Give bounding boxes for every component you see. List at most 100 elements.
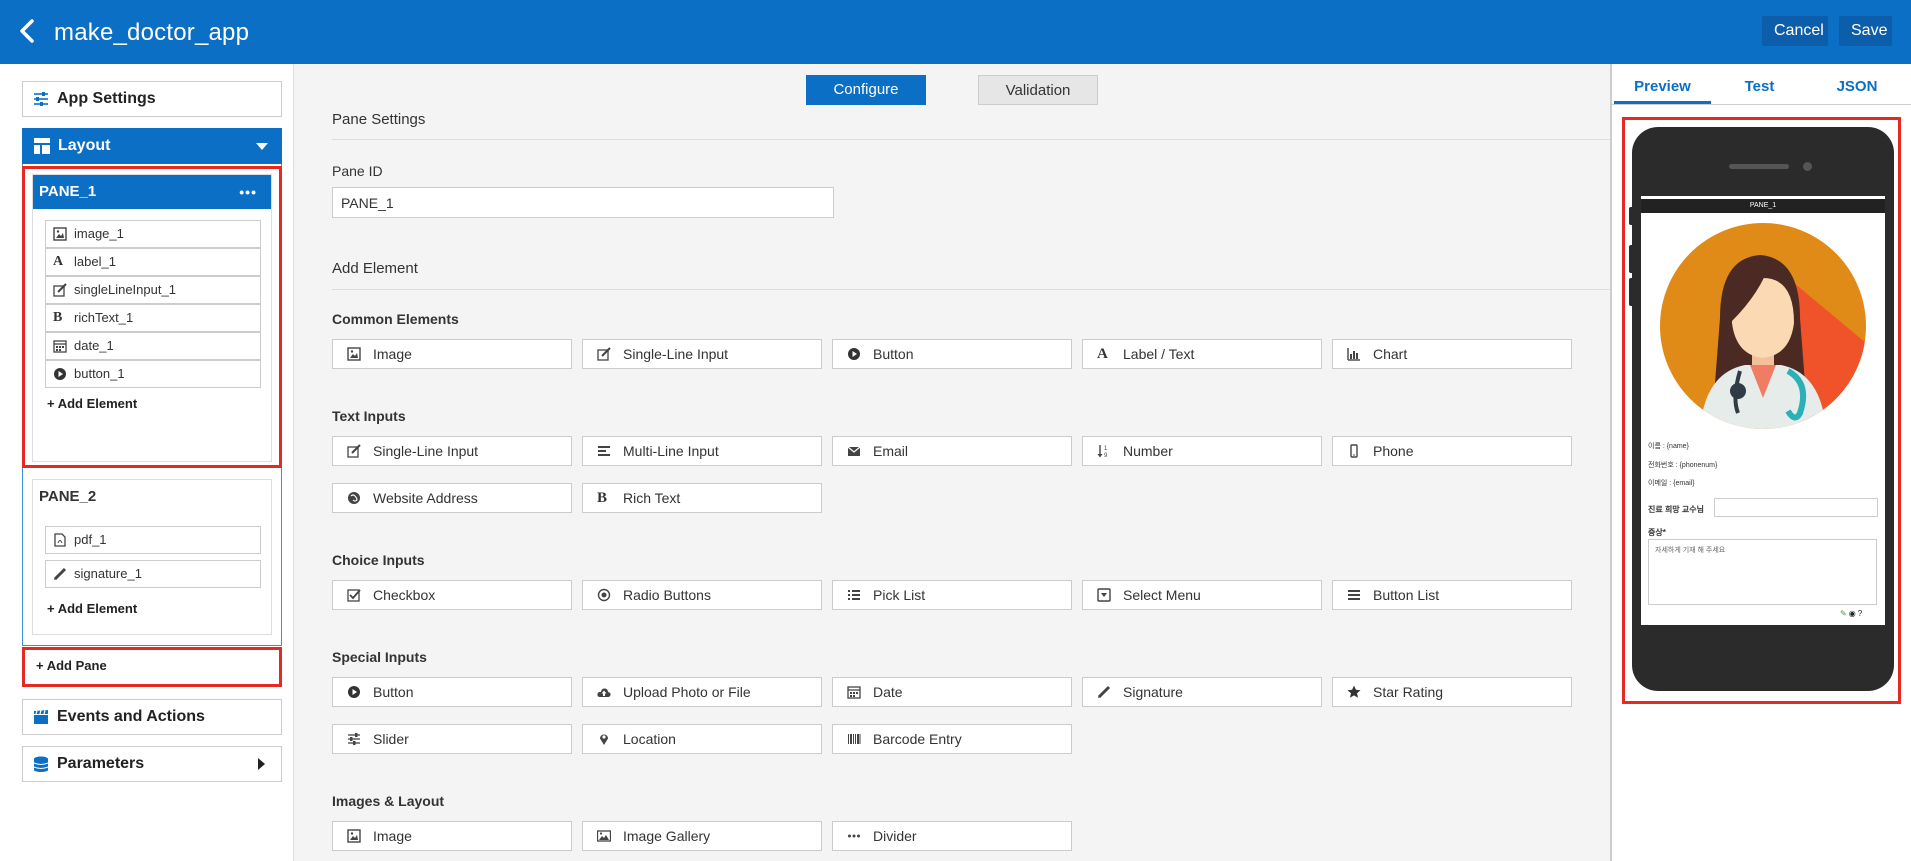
element-tile-rich-text[interactable]: B Rich Text (582, 483, 822, 513)
pencil-icon (1097, 685, 1111, 699)
add-pane-button[interactable]: + Add Pane (22, 647, 282, 687)
app-settings-label: App Settings (57, 90, 156, 107)
globe-icon (348, 492, 360, 504)
save-button[interactable]: Save (1839, 16, 1892, 46)
group-title: Special Inputs (332, 649, 427, 665)
element-tile-multi-line-input[interactable]: Multi-Line Input (582, 436, 822, 466)
add-element-button[interactable]: + Add Element (47, 601, 137, 616)
element-tile-chart[interactable]: Chart (1332, 339, 1572, 369)
parameters-button[interactable]: Parameters (22, 746, 282, 782)
tab-preview[interactable]: Preview (1614, 74, 1711, 104)
element-tile-date[interactable]: Date (832, 677, 1072, 707)
phone-name-line: 이름 : {name} (1648, 443, 1689, 450)
cancel-button[interactable]: Cancel (1762, 16, 1828, 46)
image-icon (347, 347, 361, 361)
more-options-icon[interactable]: ••• (239, 175, 257, 209)
element-tile-slider[interactable]: Slider (332, 724, 572, 754)
symptom-label: 증상* (1648, 528, 1666, 537)
element-tile-website-address[interactable]: Website Address (332, 483, 572, 513)
phone-phone-line: 전화번호 : {phonenum} (1648, 462, 1718, 469)
events-and-actions-button[interactable]: Events and Actions (22, 699, 282, 735)
add-element-button[interactable]: + Add Element (47, 396, 137, 411)
calendar-icon (847, 686, 861, 699)
list-icon (848, 590, 860, 600)
element-label: button_1 (74, 366, 125, 381)
bars-icon (1348, 590, 1360, 600)
element-tile-image[interactable]: Image (332, 339, 572, 369)
layout-icon (34, 138, 50, 154)
element-tile-radio-buttons[interactable]: Radio Buttons (582, 580, 822, 610)
element-tile-single-line-input[interactable]: Single-Line Input (332, 436, 572, 466)
phone-side-button (1629, 245, 1635, 273)
sliders-icon (34, 92, 48, 106)
font-icon: A (53, 254, 64, 269)
svg-text:9: 9 (1104, 453, 1108, 458)
validation-tab[interactable]: Validation (978, 75, 1098, 105)
configure-tab[interactable]: Configure (806, 75, 926, 105)
element-label: signature_1 (74, 566, 142, 581)
parameters-label: Parameters (57, 755, 145, 772)
element-tile-signature[interactable]: Signature (1082, 677, 1322, 707)
play-circle-icon (848, 348, 860, 360)
chevron-left-icon[interactable] (14, 17, 42, 45)
group-title: Images & Layout (332, 793, 445, 809)
symptom-textarea[interactable]: 자세하게 기재 해 주세요 (1648, 539, 1877, 605)
pane-element-item[interactable]: signature_1 (45, 560, 261, 588)
pencil-icon (53, 567, 67, 581)
tile-label: Image (373, 828, 412, 844)
element-label: date_1 (74, 338, 114, 353)
element-tile-location[interactable]: Location (582, 724, 822, 754)
pane-element-item[interactable]: date_1 (45, 332, 261, 360)
element-tile-star-rating[interactable]: Star Rating (1332, 677, 1572, 707)
add-element-title: Add Element (332, 260, 418, 277)
pane-card-1: PANE_1 ••• image_1 A label_1 singleLineI… (32, 174, 272, 462)
eye-icon[interactable]: ◉ (1849, 609, 1858, 618)
element-tile-button-list[interactable]: Button List (1332, 580, 1572, 610)
element-tile-upload[interactable]: Upload Photo or File (582, 677, 822, 707)
tile-label: Pick List (873, 587, 926, 603)
group-title: Common Elements (332, 311, 459, 327)
element-tile-number[interactable]: 19 Number (1082, 436, 1322, 466)
element-tile-image[interactable]: Image (332, 821, 572, 851)
element-tile-button[interactable]: Button (332, 677, 572, 707)
app-settings-button[interactable]: App Settings (22, 81, 282, 117)
element-tile-checkbox[interactable]: Checkbox (332, 580, 572, 610)
clapperboard-icon (34, 709, 48, 724)
edit-icon (347, 444, 361, 458)
professor-input[interactable] (1714, 498, 1878, 517)
pane-element-item[interactable]: A label_1 (45, 248, 261, 276)
tab-test[interactable]: Test (1711, 74, 1808, 104)
element-label: singleLineInput_1 (74, 282, 176, 297)
pane-element-item[interactable]: image_1 (45, 220, 261, 248)
bold-icon: B (53, 310, 63, 325)
group-title: Text Inputs (332, 408, 406, 424)
pane-element-item[interactable]: B richText_1 (45, 304, 261, 332)
pane-element-item[interactable]: pdf_1 (45, 526, 261, 554)
element-tile-pick-list[interactable]: Pick List (832, 580, 1072, 610)
pane-header[interactable]: PANE_2 (33, 480, 271, 514)
element-tile-image-gallery[interactable]: Image Gallery (582, 821, 822, 851)
element-tile-phone[interactable]: Phone (1332, 436, 1572, 466)
element-tile-email[interactable]: Email (832, 436, 1072, 466)
pane-element-item[interactable]: button_1 (45, 360, 261, 388)
tile-label: Checkbox (373, 587, 436, 603)
element-tile-label-text[interactable]: A Label / Text (1082, 339, 1322, 369)
element-tile-button[interactable]: Button (832, 339, 1072, 369)
select-icon (1097, 588, 1111, 602)
element-tile-single-line-input[interactable]: Single-Line Input (582, 339, 822, 369)
help-icon[interactable]: ? (1858, 609, 1864, 618)
element-tile-select-menu[interactable]: Select Menu (1082, 580, 1322, 610)
edit-icon[interactable]: ✎ (1840, 609, 1849, 618)
element-tile-divider[interactable]: Divider (832, 821, 1072, 851)
edit-icon (53, 283, 67, 297)
layout-section-header[interactable]: Layout (22, 128, 282, 164)
pane-id-input[interactable] (332, 187, 834, 218)
file-pdf-icon (54, 533, 66, 547)
pane-header[interactable]: PANE_1 ••• (33, 175, 271, 209)
calendar-icon (53, 340, 67, 353)
tile-label: Label / Text (1123, 346, 1195, 362)
tab-json[interactable]: JSON (1808, 74, 1906, 104)
tile-label: Image Gallery (623, 828, 711, 844)
element-tile-barcode-entry[interactable]: Barcode Entry (832, 724, 1072, 754)
pane-element-item[interactable]: singleLineInput_1 (45, 276, 261, 304)
